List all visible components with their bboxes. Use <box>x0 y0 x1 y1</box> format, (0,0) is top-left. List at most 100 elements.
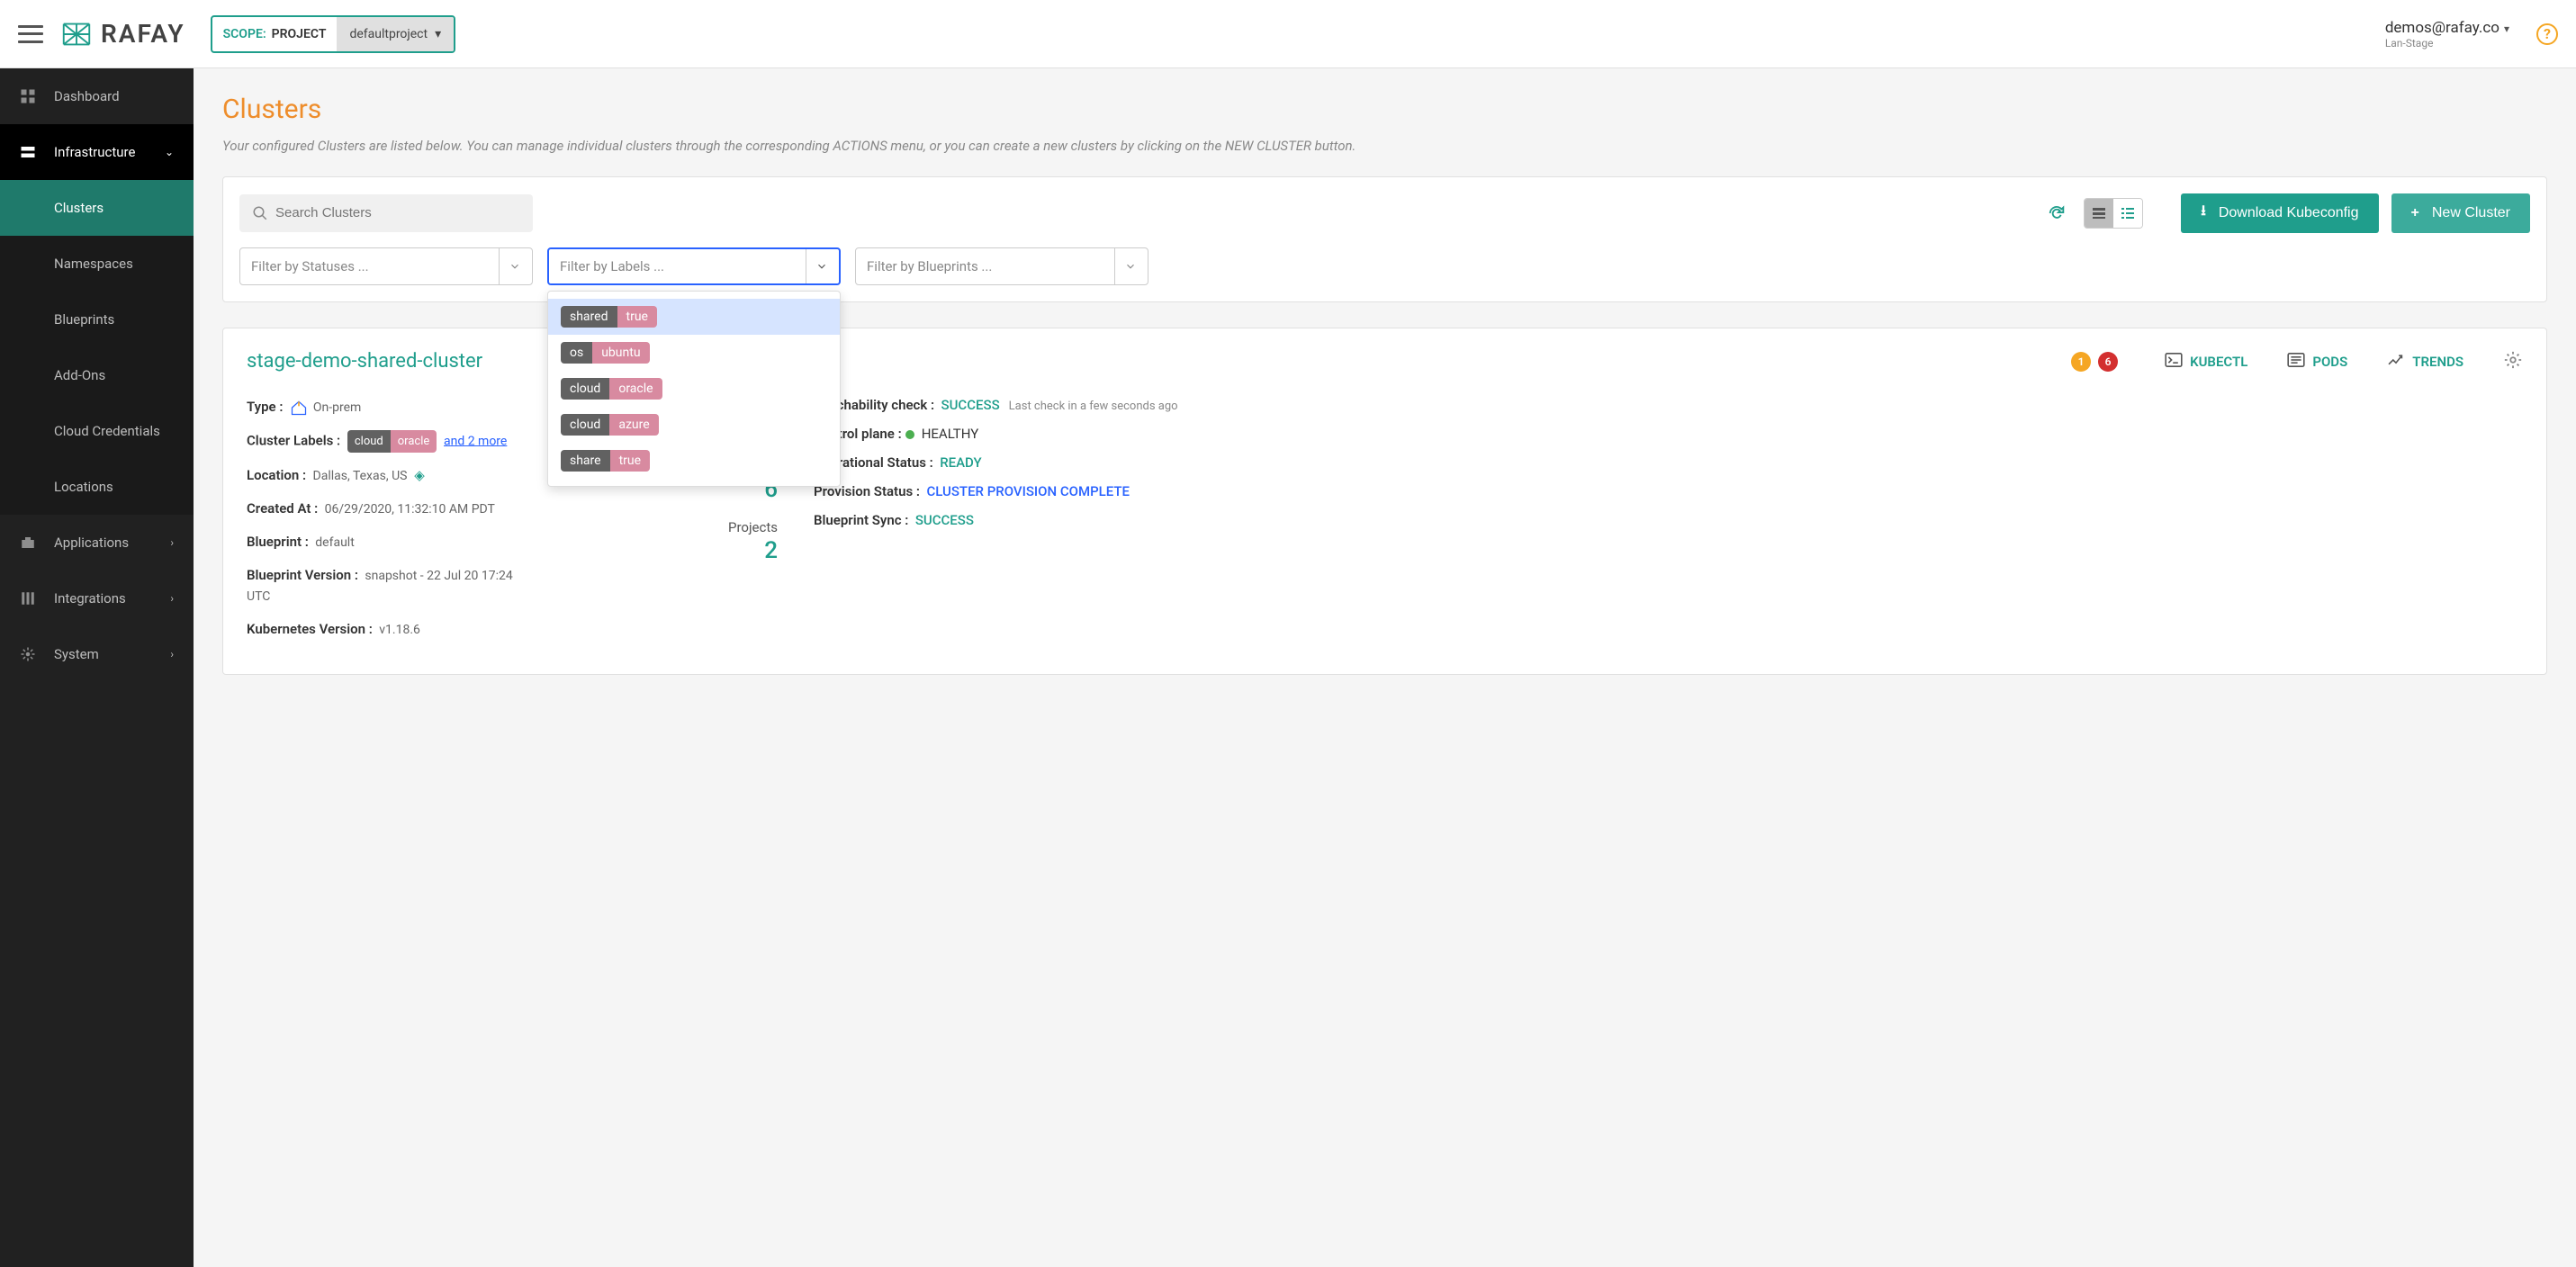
search-input[interactable] <box>275 205 520 220</box>
label-option[interactable]: osubuntu <box>548 335 840 371</box>
filter-labels[interactable]: Filter by Labels ... sharedtrue osubuntu… <box>547 247 841 285</box>
reach-value: SUCCESS <box>941 397 1000 413</box>
nav-label: System <box>54 646 170 662</box>
action-label: TRENDS <box>2412 354 2463 370</box>
subnav-label: Cloud Credentials <box>54 423 160 439</box>
scope-selector[interactable]: SCOPE: PROJECT defaultproject ▾ <box>211 15 456 53</box>
filter-statuses[interactable]: Filter by Statuses ... <box>239 247 533 285</box>
blueprint-label: Blueprint : <box>247 534 309 550</box>
settings-button[interactable] <box>2503 350 2523 373</box>
help-icon[interactable]: ? <box>2536 23 2558 45</box>
button-label: New Cluster <box>2432 205 2510 221</box>
scope-value: defaultproject <box>349 27 428 41</box>
chevron-right-icon: › <box>170 592 174 605</box>
location-target-icon: ◈ <box>410 467 424 483</box>
subnav-label: Clusters <box>54 200 104 216</box>
filter-placeholder: Filter by Labels ... <box>560 258 806 274</box>
chevron-down-icon <box>509 260 521 273</box>
action-label: KUBECTL <box>2190 354 2247 370</box>
reach-note: Last check in a few seconds ago <box>1009 400 1178 413</box>
sidebar-item-locations[interactable]: Locations <box>0 459 194 515</box>
download-kubeconfig-button[interactable]: ⭳ Download Kubeconfig <box>2181 193 2378 233</box>
health-dot-icon <box>905 430 914 439</box>
type-value: On-prem <box>313 400 361 415</box>
nav-label: Infrastructure <box>54 144 165 160</box>
label-option[interactable]: sharedtrue <box>548 299 840 335</box>
refresh-button[interactable] <box>2044 201 2069 226</box>
label-option[interactable]: cloudazure <box>548 407 840 443</box>
caret-down-icon: ▾ <box>2501 22 2509 35</box>
plus-icon: + <box>2411 205 2419 221</box>
op-value: READY <box>940 454 982 471</box>
chevron-down-icon <box>815 260 828 273</box>
sidebar-item-dashboard[interactable]: Dashboard <box>0 68 194 124</box>
account-env: Lan-Stage <box>2385 37 2509 49</box>
label-option[interactable]: cloudoracle <box>548 371 840 407</box>
sidebar-item-infrastructure[interactable]: Infrastructure ⌄ <box>0 124 194 180</box>
sidebar-item-namespaces[interactable]: Namespaces <box>0 236 194 292</box>
nav-label: Integrations <box>54 590 170 607</box>
scope-entity: PROJECT <box>272 27 327 41</box>
sidebar-item-system[interactable]: System › <box>0 626 194 682</box>
kubectl-button[interactable]: KUBECTL <box>2165 353 2247 371</box>
sidebar: Dashboard Infrastructure ⌄ Clusters Name… <box>0 68 194 1267</box>
location-value: Dallas, Texas, US <box>313 469 408 483</box>
button-label: Download Kubeconfig <box>2219 205 2359 221</box>
subnav-label: Locations <box>54 479 113 495</box>
error-badge[interactable]: 6 <box>2098 352 2118 372</box>
cluster-name[interactable]: stage-demo-shared-cluster <box>247 350 482 373</box>
label-option[interactable]: sharetrue <box>548 443 840 479</box>
filter-blueprints[interactable]: Filter by Blueprints ... <box>855 247 1148 285</box>
account-menu[interactable]: demos@rafay.co ▾ Lan-Stage <box>2385 19 2520 49</box>
warning-badge[interactable]: 1 <box>2071 352 2091 372</box>
brand-text: RAFAY <box>101 19 185 49</box>
infrastructure-icon <box>20 144 36 160</box>
labels-dropdown: sharedtrue osubuntu cloudoracle cloudazu… <box>547 291 841 487</box>
gear-icon <box>2503 350 2523 370</box>
sidebar-item-cloud-credentials[interactable]: Cloud Credentials <box>0 403 194 459</box>
brand-logo: RAFAY <box>59 17 185 51</box>
created-value: 06/29/2020, 11:32:10 AM PDT <box>325 502 495 517</box>
new-cluster-button[interactable]: + New Cluster <box>2391 193 2530 233</box>
sync-value: SUCCESS <box>915 512 974 528</box>
labels-label: Cluster Labels : <box>247 432 340 448</box>
labels-more-link[interactable]: and 2 more <box>444 434 507 448</box>
chevron-down-icon <box>1124 260 1137 273</box>
prov-value: CLUSTER PROVISION COMPLETE <box>926 483 1130 499</box>
chevron-right-icon: › <box>170 536 174 549</box>
list-view-icon <box>2121 206 2135 220</box>
k8s-label: Kubernetes Version : <box>247 621 373 637</box>
subnav-label: Namespaces <box>54 256 133 272</box>
page-title: Clusters <box>222 94 2547 125</box>
card-view-icon <box>2092 206 2106 220</box>
terminal-icon <box>2165 353 2183 371</box>
action-label: PODS <box>2312 354 2347 370</box>
rafay-icon <box>59 17 94 51</box>
trends-icon <box>2387 353 2405 371</box>
trends-button[interactable]: TRENDS <box>2387 353 2463 371</box>
account-email: demos@rafay.co <box>2385 19 2499 37</box>
sidebar-item-applications[interactable]: Applications › <box>0 515 194 571</box>
chevron-right-icon: › <box>170 648 174 660</box>
subnav-label: Add-Ons <box>54 367 105 383</box>
bpversion-label: Blueprint Version : <box>247 567 358 583</box>
sidebar-item-blueprints[interactable]: Blueprints <box>0 292 194 347</box>
control-value: HEALTHY <box>922 426 979 442</box>
pods-button[interactable]: PODS <box>2287 353 2347 371</box>
sidebar-item-clusters[interactable]: Clusters <box>0 180 194 236</box>
view-card-button[interactable] <box>2085 199 2113 228</box>
filter-placeholder: Filter by Blueprints ... <box>867 258 1114 274</box>
projects-value: 2 <box>643 537 778 564</box>
blueprint-value: default <box>315 535 355 550</box>
sidebar-item-integrations[interactable]: Integrations › <box>0 571 194 626</box>
page-description: Your configured Clusters are listed belo… <box>222 136 2547 157</box>
search-box[interactable] <box>239 194 533 232</box>
download-icon: ⭳ <box>2201 201 2206 225</box>
k8s-value: v1.18.6 <box>379 623 420 637</box>
sync-label: Blueprint Sync : <box>814 512 908 528</box>
filter-placeholder: Filter by Statuses ... <box>251 258 499 274</box>
sidebar-item-addons[interactable]: Add-Ons <box>0 347 194 403</box>
view-list-button[interactable] <box>2113 199 2142 228</box>
menu-toggle[interactable] <box>18 25 43 43</box>
created-label: Created At : <box>247 500 318 517</box>
